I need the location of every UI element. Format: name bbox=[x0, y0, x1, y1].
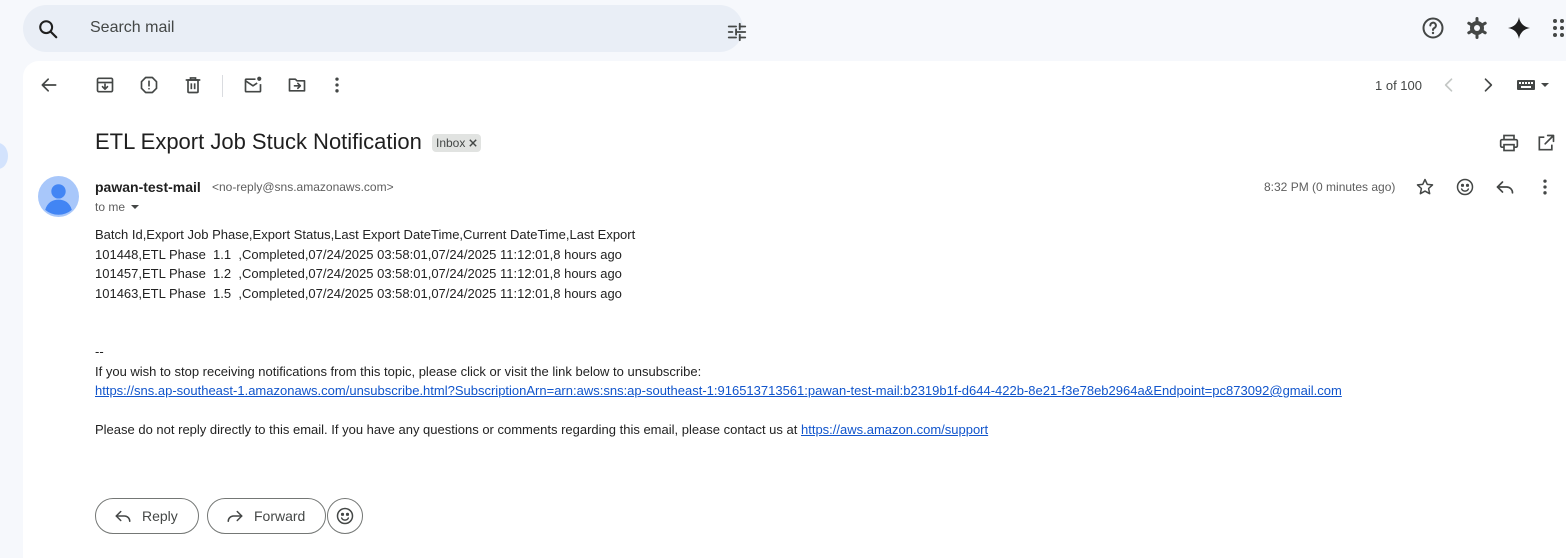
print-icon[interactable] bbox=[1499, 133, 1519, 153]
search-input[interactable]: Search mail bbox=[90, 19, 174, 37]
csv-row: 101448,ETL Phase 1.1 ,Completed,07/24/20… bbox=[95, 247, 622, 262]
toolbar-divider bbox=[222, 75, 223, 97]
mark-unread-icon[interactable] bbox=[243, 75, 263, 95]
recipient-text: to me bbox=[95, 200, 126, 214]
report-spam-icon[interactable] bbox=[139, 75, 159, 95]
reply-button-label: Reply bbox=[142, 508, 178, 524]
unsubscribe-link[interactable]: https://sns.ap-southeast-1.amazonaws.com… bbox=[95, 383, 1342, 398]
sender-email: <no-reply@sns.amazonaws.com> bbox=[212, 180, 394, 194]
reply-icon bbox=[114, 507, 132, 525]
chevron-down-icon[interactable] bbox=[129, 201, 141, 213]
support-link[interactable]: https://aws.amazon.com/support bbox=[801, 422, 988, 437]
forward-button[interactable]: Forward bbox=[207, 498, 327, 534]
footer-text-content: Please do not reply directly to this ema… bbox=[95, 422, 801, 437]
chevron-left-icon[interactable] bbox=[1439, 75, 1459, 95]
label-chip-text: Inbox bbox=[436, 136, 466, 150]
reply-icon[interactable] bbox=[1495, 177, 1515, 197]
csv-row: 101457,ETL Phase 1.2 ,Completed,07/24/20… bbox=[95, 266, 622, 281]
avatar[interactable] bbox=[38, 176, 79, 217]
reply-button[interactable]: Reply bbox=[95, 498, 199, 534]
inbox-label-chip: Inbox bbox=[432, 134, 482, 152]
footer-text: Please do not reply directly to this ema… bbox=[95, 422, 988, 437]
csv-header-line: Batch Id,Export Job Phase,Export Status,… bbox=[95, 227, 636, 242]
pager-count: 1 of 100 bbox=[1375, 78, 1422, 93]
remove-label-icon[interactable] bbox=[469, 139, 478, 147]
forward-button-label: Forward bbox=[254, 508, 306, 524]
input-tools-icon[interactable] bbox=[1516, 75, 1552, 95]
recipient-details[interactable]: to me bbox=[95, 200, 141, 214]
help-icon[interactable] bbox=[1421, 16, 1445, 40]
emoji-reaction-icon[interactable] bbox=[1455, 177, 1475, 197]
gmail-page: Search mail 1 of 100 ETL Export Job Stuc… bbox=[0, 0, 1566, 558]
sender-name[interactable]: pawan-test-mail bbox=[95, 179, 201, 195]
star-icon[interactable] bbox=[1415, 177, 1435, 197]
search-icon[interactable] bbox=[37, 18, 59, 40]
apps-icon[interactable] bbox=[1550, 16, 1566, 40]
emoji-icon bbox=[335, 506, 355, 526]
settings-icon[interactable] bbox=[1465, 16, 1489, 40]
email-timestamp: 8:32 PM (0 minutes ago) bbox=[1264, 180, 1396, 194]
archive-icon[interactable] bbox=[95, 75, 115, 95]
delete-icon[interactable] bbox=[183, 75, 203, 95]
unsubscribe-text: If you wish to stop receiving notificati… bbox=[95, 364, 702, 379]
arrow-back-icon[interactable] bbox=[39, 75, 59, 95]
side-panel-indicator bbox=[0, 143, 8, 169]
more-vert-icon[interactable] bbox=[1535, 177, 1555, 197]
email-subject: ETL Export Job Stuck Notification bbox=[95, 129, 422, 154]
signature-separator: -- bbox=[95, 344, 104, 359]
more-vert-icon[interactable] bbox=[327, 75, 347, 95]
search-bar[interactable]: Search mail bbox=[23, 5, 747, 52]
csv-row: 101463,ETL Phase 1.5 ,Completed,07/24/20… bbox=[95, 286, 622, 301]
emoji-react-button[interactable] bbox=[327, 498, 363, 534]
forward-icon bbox=[226, 507, 244, 525]
gemini-icon[interactable] bbox=[1507, 16, 1531, 40]
open-in-new-window-icon[interactable] bbox=[1536, 133, 1556, 153]
move-to-icon[interactable] bbox=[287, 75, 307, 95]
search-options-icon[interactable] bbox=[726, 21, 748, 43]
chevron-right-icon[interactable] bbox=[1478, 75, 1498, 95]
